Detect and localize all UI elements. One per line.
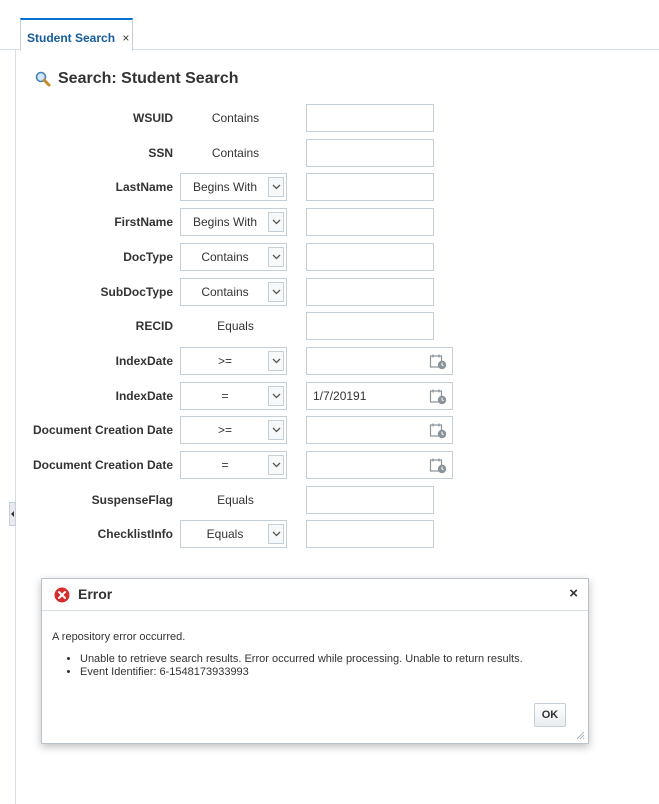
operator-select[interactable]: = xyxy=(180,451,287,479)
text-input[interactable] xyxy=(306,208,434,236)
operator-select[interactable]: Begins With xyxy=(180,173,287,201)
text-input[interactable] xyxy=(306,278,434,306)
field-label: SubDocType xyxy=(100,285,173,299)
operator-select[interactable]: Contains xyxy=(180,278,287,306)
search-row: LastName Begins With xyxy=(0,173,659,201)
tab-student-search[interactable]: Student Search × xyxy=(20,18,133,51)
chevron-down-icon[interactable] xyxy=(268,455,284,475)
operator-value: = xyxy=(221,458,229,472)
search-row: WSUID Contains xyxy=(0,104,659,132)
tab-bar: Student Search × xyxy=(0,12,659,51)
tab-close-icon[interactable]: × xyxy=(122,31,129,45)
text-input[interactable] xyxy=(306,520,434,548)
search-row: Document Creation Date >= xyxy=(0,416,659,444)
operator-value: Begins With xyxy=(192,180,258,194)
error-dialog: Error × A repository error occurred. Una… xyxy=(41,578,589,744)
text-input[interactable] xyxy=(306,139,434,167)
page-title: Search: Student Search xyxy=(34,70,239,88)
input-value: 1/7/20191 xyxy=(313,389,367,403)
page-title-text: Search: Student Search xyxy=(58,70,239,87)
dialog-close-icon[interactable]: × xyxy=(569,585,578,602)
field-label: DocType xyxy=(123,250,173,264)
search-row: IndexDate = 1/7/20191 xyxy=(0,382,659,410)
operator-label: Contains xyxy=(211,111,260,125)
operator-select[interactable]: >= xyxy=(180,347,287,375)
field-label: LastName xyxy=(115,180,173,194)
field-label: Document Creation Date xyxy=(32,423,173,437)
operator-value: Contains xyxy=(201,250,249,264)
ok-button[interactable]: OK xyxy=(534,703,566,727)
search-row: Document Creation Date = xyxy=(0,451,659,479)
date-input[interactable] xyxy=(306,347,453,375)
search-row: DocType Contains xyxy=(0,243,659,271)
field-label: ChecklistInfo xyxy=(97,527,173,541)
error-message: A repository error occurred. xyxy=(52,631,186,643)
operator-value: = xyxy=(221,389,229,403)
field-label: Document Creation Date xyxy=(32,458,173,472)
search-icon xyxy=(35,71,51,87)
operator-value: >= xyxy=(217,423,232,437)
chevron-down-icon[interactable] xyxy=(268,351,284,371)
operator-select[interactable]: = xyxy=(180,382,287,410)
operator-select[interactable]: Contains xyxy=(180,243,287,271)
calendar-icon[interactable] xyxy=(429,353,447,373)
operator-value: Equals xyxy=(206,527,244,541)
error-detail-item: Event Identifier: 6-1548173933993 xyxy=(80,666,523,678)
text-input[interactable] xyxy=(306,243,434,271)
search-row: ChecklistInfo Equals xyxy=(0,520,659,548)
calendar-icon[interactable] xyxy=(429,388,447,408)
operator-select[interactable]: >= xyxy=(180,416,287,444)
operator-value: Contains xyxy=(201,285,249,299)
field-label: IndexDate xyxy=(115,389,173,403)
search-row: RECID Equals xyxy=(0,312,659,340)
text-input[interactable] xyxy=(306,104,434,132)
chevron-down-icon[interactable] xyxy=(268,420,284,440)
text-input[interactable] xyxy=(306,486,434,514)
date-input[interactable]: 1/7/20191 xyxy=(306,382,453,410)
error-icon xyxy=(54,587,70,603)
text-input[interactable] xyxy=(306,312,434,340)
field-label: IndexDate xyxy=(115,354,173,368)
search-row: IndexDate >= xyxy=(0,347,659,375)
search-row: SuspenseFlag Equals xyxy=(0,486,659,514)
resize-grip-icon[interactable] xyxy=(576,731,585,740)
date-input[interactable] xyxy=(306,451,453,479)
calendar-icon[interactable] xyxy=(429,457,447,477)
operator-label: Equals xyxy=(217,493,254,507)
field-label: RECID xyxy=(135,319,173,333)
chevron-down-icon[interactable] xyxy=(268,524,284,544)
operator-value: Begins With xyxy=(192,215,258,229)
field-label: SSN xyxy=(148,146,173,160)
operator-label: Equals xyxy=(217,319,254,333)
operator-label: Contains xyxy=(211,146,260,160)
chevron-down-icon[interactable] xyxy=(268,386,284,406)
chevron-down-icon[interactable] xyxy=(268,212,284,232)
date-input[interactable] xyxy=(306,416,453,444)
search-row: SSN Contains xyxy=(0,139,659,167)
field-label: WSUID xyxy=(133,111,173,125)
field-label: SuspenseFlag xyxy=(91,493,173,507)
dialog-title: Error xyxy=(78,586,113,602)
text-input[interactable] xyxy=(306,173,434,201)
chevron-down-icon[interactable] xyxy=(268,177,284,197)
chevron-down-icon[interactable] xyxy=(268,282,284,302)
dialog-body: A repository error occurred. Unable to r… xyxy=(52,631,523,679)
tab-label: Student Search xyxy=(27,31,116,45)
operator-select[interactable]: Equals xyxy=(180,520,287,548)
operator-value: >= xyxy=(217,354,232,368)
calendar-icon[interactable] xyxy=(429,422,447,442)
operator-select[interactable]: Begins With xyxy=(180,208,287,236)
error-details-list: Unable to retrieve search results. Error… xyxy=(80,653,523,678)
search-row: FirstName Begins With xyxy=(0,208,659,236)
field-label: FirstName xyxy=(114,215,173,229)
dialog-header: Error × xyxy=(42,579,588,611)
chevron-down-icon[interactable] xyxy=(268,247,284,267)
error-detail-item: Unable to retrieve search results. Error… xyxy=(80,653,523,665)
search-row: SubDocType Contains xyxy=(0,278,659,306)
